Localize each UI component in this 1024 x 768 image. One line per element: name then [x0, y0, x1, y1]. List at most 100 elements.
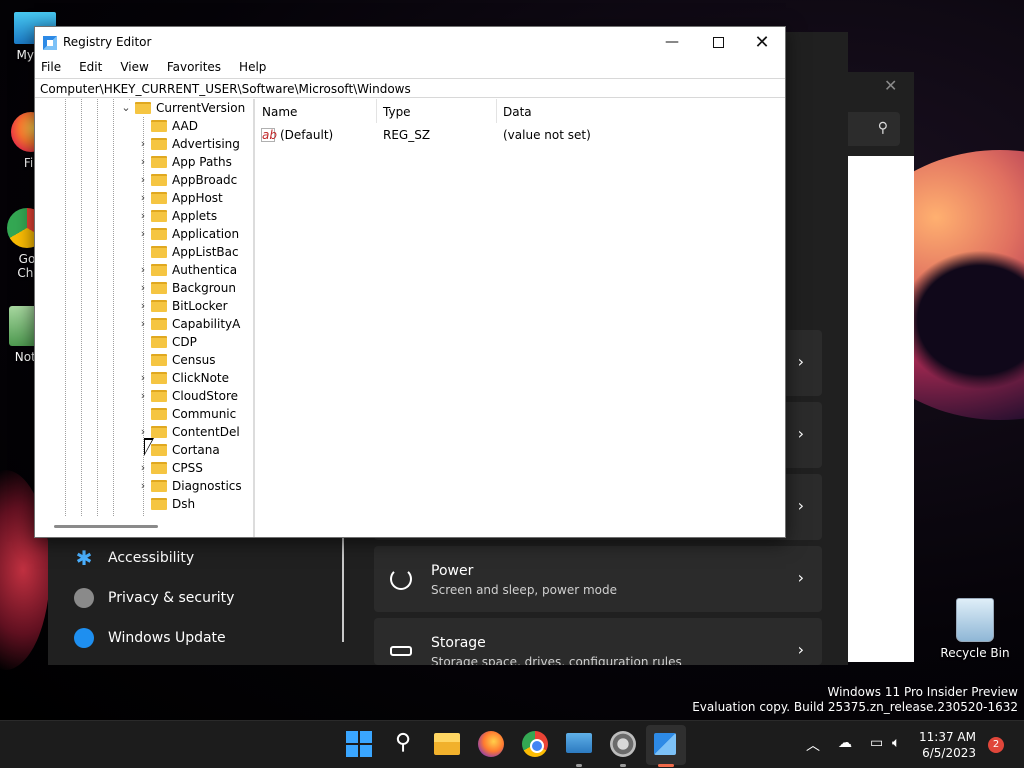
tree-item-currentversion[interactable]: ⌄ CurrentVersion: [36, 99, 250, 117]
tree-item[interactable]: Communic: [36, 405, 250, 423]
maximize-button[interactable]: [695, 27, 741, 57]
tree-item[interactable]: › CapabilityA: [36, 315, 250, 333]
network-icon[interactable]: ▭: [870, 735, 883, 751]
chevron-right-icon[interactable]: ›: [137, 477, 149, 495]
nav-divider: [342, 532, 344, 642]
running-indicator: [620, 764, 626, 767]
tree-item[interactable]: Cortana: [36, 441, 250, 459]
folder-icon: [151, 408, 167, 420]
menu-edit[interactable]: Edit: [79, 57, 108, 77]
tree-item[interactable]: › Applets: [36, 207, 250, 225]
settings-card-storage[interactable]: Storage Storage space, drives, configura…: [374, 618, 822, 665]
folder-icon: [151, 462, 167, 474]
chrome-button[interactable]: [522, 731, 548, 757]
menu-favorites[interactable]: Favorites: [167, 57, 227, 77]
control-panel-button[interactable]: [566, 733, 592, 753]
tree-item[interactable]: › CPSS: [36, 459, 250, 477]
tree-item[interactable]: Census: [36, 351, 250, 369]
notification-badge[interactable]: 2: [988, 737, 1004, 753]
value-row[interactable]: ab (Default) REG_SZ (value not set): [256, 126, 783, 144]
volume-icon[interactable]: 🔈︎: [892, 735, 900, 751]
tree-item[interactable]: › CloudStore: [36, 387, 250, 405]
chevron-right-icon[interactable]: ›: [137, 279, 149, 297]
chevron-right-icon[interactable]: ›: [137, 153, 149, 171]
chevron-right-icon[interactable]: ›: [137, 207, 149, 225]
evaluation-watermark: Windows 11 Pro Insider Preview Evaluatio…: [692, 685, 1018, 715]
chevron-right-icon[interactable]: ›: [137, 459, 149, 477]
chevron-right-icon[interactable]: ›: [137, 225, 149, 243]
minimize-button[interactable]: —: [649, 27, 695, 57]
chevron-down-icon[interactable]: ⌄: [120, 99, 132, 117]
tree-item[interactable]: › AppHost: [36, 189, 250, 207]
tree-item-label: AppBroadc: [172, 173, 238, 187]
chevron-right-icon[interactable]: ›: [137, 261, 149, 279]
settings-nav-accessibility[interactable]: ✱ Accessibility: [74, 540, 195, 576]
system-clock[interactable]: 11:37 AM 6/5/2023: [918, 729, 976, 761]
chevron-right-icon[interactable]: ›: [137, 189, 149, 207]
scrollbar-thumb[interactable]: [54, 525, 158, 528]
folder-icon: [151, 120, 167, 132]
key-tree[interactable]: ⌄ CurrentVersion AAD › Advertising › App Pat…: [36, 99, 250, 517]
folder-icon: [151, 354, 167, 366]
registry-editor-button[interactable]: [654, 733, 676, 755]
close-icon[interactable]: ✕: [884, 76, 897, 95]
folder-icon: [151, 480, 167, 492]
firefox-button[interactable]: [478, 731, 504, 757]
card-subtitle: Storage space, drives, configuration rul…: [431, 655, 682, 665]
tree-item[interactable]: › ContentDel: [36, 423, 250, 441]
chevron-right-icon[interactable]: ›: [137, 171, 149, 189]
chevron-right-icon[interactable]: ›: [137, 315, 149, 333]
chevron-right-icon[interactable]: ›: [137, 369, 149, 387]
tree-item[interactable]: › App Paths: [36, 153, 250, 171]
tree-item[interactable]: › Authentica: [36, 261, 250, 279]
tree-item[interactable]: › AppBroadc: [36, 171, 250, 189]
chevron-right-icon[interactable]: ›: [137, 297, 149, 315]
settings-nav-windows-update[interactable]: Windows Update: [74, 620, 226, 656]
column-header-name[interactable]: Name: [256, 99, 377, 123]
registry-editor-icon: [43, 36, 57, 50]
tree-item[interactable]: Dsh: [36, 495, 250, 513]
menu-help[interactable]: Help: [239, 57, 272, 77]
folder-icon: [151, 246, 167, 258]
search-box[interactable]: ⚲: [848, 112, 900, 146]
tree-item[interactable]: › ClickNote: [36, 369, 250, 387]
tree-horizontal-scrollbar[interactable]: [36, 517, 250, 537]
tree-item[interactable]: CDP: [36, 333, 250, 351]
menu-file[interactable]: File: [41, 57, 67, 77]
title-bar[interactable]: Registry Editor — ✕: [35, 27, 785, 57]
folder-icon: [151, 336, 167, 348]
update-icon: [74, 628, 94, 648]
tree-item[interactable]: AppListBac: [36, 243, 250, 261]
tree-item[interactable]: › Diagnostics: [36, 477, 250, 495]
settings-nav-privacy[interactable]: Privacy & security: [74, 580, 234, 616]
tree-item[interactable]: › Application: [36, 225, 250, 243]
tree-item[interactable]: › Advertising: [36, 135, 250, 153]
settings-nav-label: Privacy & security: [108, 590, 235, 606]
column-header-type[interactable]: Type: [377, 99, 497, 123]
address-bar[interactable]: Computer\HKEY_CURRENT_USER\Software\Micr…: [35, 78, 785, 98]
desktop-icon-recycle-bin[interactable]: Recycle Bin: [940, 598, 1010, 660]
start-button[interactable]: [346, 731, 372, 757]
settings-card-power[interactable]: Power Screen and sleep, power mode ›: [374, 546, 822, 612]
taskbar: ⚲ ︿ ☁ ▭ 🔈︎ 11:37 AM 6/5/2023 2: [0, 720, 1024, 768]
pane-splitter[interactable]: [253, 99, 255, 537]
folder-icon: [151, 318, 167, 330]
search-icon: ⚲: [394, 730, 412, 755]
close-button[interactable]: ✕: [739, 27, 785, 57]
tree-item[interactable]: › Backgroun: [36, 279, 250, 297]
menu-view[interactable]: View: [120, 57, 154, 77]
values-pane[interactable]: Name Type Data ab (Default) REG_SZ (valu…: [256, 99, 783, 537]
tree-item-label: BitLocker: [172, 299, 228, 313]
chevron-right-icon[interactable]: ›: [137, 135, 149, 153]
column-header-data[interactable]: Data: [497, 99, 783, 123]
settings-button[interactable]: [610, 731, 636, 757]
chevron-up-icon[interactable]: ︿: [806, 735, 820, 755]
search-button[interactable]: ⚲: [390, 731, 416, 757]
settings-nav-label: Windows Update: [108, 630, 226, 646]
file-explorer-button[interactable]: [434, 733, 460, 755]
tree-item[interactable]: AAD: [36, 117, 250, 135]
chevron-right-icon[interactable]: ›: [137, 387, 149, 405]
storage-icon: [390, 646, 412, 656]
onedrive-icon[interactable]: ☁: [838, 735, 852, 751]
tree-item[interactable]: › BitLocker: [36, 297, 250, 315]
